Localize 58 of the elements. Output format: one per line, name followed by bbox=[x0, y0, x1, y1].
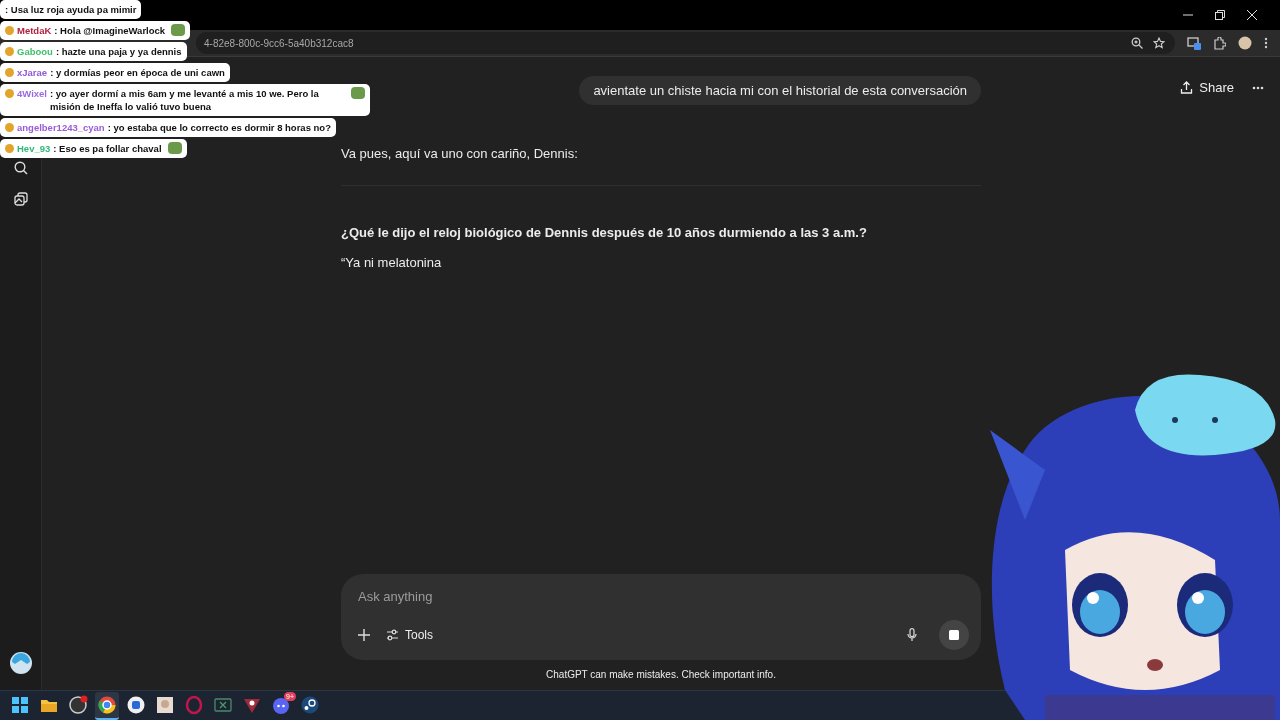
user-message: avientate un chiste hacia mi con el historial de esta conversación bbox=[579, 76, 981, 105]
prompt-input[interactable]: Ask anything bbox=[358, 586, 969, 607]
chat-username: xJarae bbox=[17, 66, 48, 79]
menu-icon[interactable] bbox=[1264, 37, 1268, 49]
badge-icon bbox=[5, 144, 14, 153]
badge-icon bbox=[5, 68, 14, 77]
response-text: “Ya ni melatonina bbox=[341, 254, 443, 272]
microphone-icon[interactable] bbox=[907, 628, 917, 642]
more-icon[interactable] bbox=[1252, 85, 1264, 90]
url-text: 4-82e8-800c-9cc6-5a40b312cac8 bbox=[204, 37, 355, 49]
chat-username: Gaboou bbox=[17, 45, 53, 58]
stop-button[interactable] bbox=[939, 620, 969, 650]
chat-text: : Usa luz roja ayuda pa mimir bbox=[5, 3, 137, 16]
restore-icon[interactable] bbox=[1215, 10, 1225, 20]
chat-username: MetdaK bbox=[17, 24, 52, 37]
cast-icon[interactable] bbox=[1187, 36, 1201, 50]
emote-icon bbox=[167, 142, 182, 154]
browser-icon bbox=[97, 694, 117, 715]
star-icon[interactable] bbox=[1153, 37, 1165, 49]
badge-icon bbox=[5, 89, 14, 98]
grid-icon bbox=[10, 694, 30, 715]
chat-text: : y dormías peor en época de uni cawn bbox=[50, 66, 225, 79]
joke-question: ¿Qué le dijo el reloj biológico de Dennis después de 10 años durmiendo a las 3 a.m.? bbox=[341, 224, 868, 242]
emote-icon bbox=[351, 87, 365, 99]
recorder-icon bbox=[68, 694, 88, 715]
chat-text: : yo ayer dormí a mis 6am y me levanté a mis 10 we. Pero la misión de Ineffa lo valió tuvo buena bbox=[50, 87, 320, 113]
address-bar[interactable]: 4-82e8-800c-9cc6-5a40b312cac8 bbox=[196, 32, 1175, 54]
message-composer[interactable]: Ask anything Tools bbox=[341, 574, 981, 660]
chat-username: Hev_93 bbox=[17, 142, 51, 155]
puzzle-icon[interactable] bbox=[1213, 36, 1226, 50]
close-icon[interactable] bbox=[1247, 10, 1257, 20]
picture-icon bbox=[155, 694, 175, 715]
badge-icon bbox=[5, 123, 14, 132]
share-icon bbox=[1180, 81, 1194, 94]
stop-icon bbox=[949, 630, 959, 640]
profile-avatar-icon[interactable] bbox=[1238, 36, 1252, 50]
emote-icon bbox=[171, 24, 186, 36]
chat-text: : hazte una paja y ya dennis bbox=[55, 45, 182, 58]
plus-icon[interactable] bbox=[358, 629, 370, 641]
images-icon[interactable] bbox=[13, 192, 28, 206]
badge-icon bbox=[5, 26, 14, 35]
taskbar-app[interactable] bbox=[95, 691, 119, 720]
ring-icon bbox=[184, 694, 204, 715]
user-avatar-icon[interactable] bbox=[9, 652, 32, 674]
square-app-icon bbox=[126, 694, 146, 715]
tools-button[interactable]: Tools bbox=[384, 626, 435, 644]
badge-icon bbox=[5, 47, 14, 56]
sliders-icon bbox=[386, 629, 399, 641]
chat-text: : Eso es pa follar chaval bbox=[53, 142, 162, 155]
chat-text: : Hola @ImagineWarlock bbox=[54, 24, 166, 37]
response-text: Va pues, aquí va uno con cariño, Dennis: bbox=[341, 145, 579, 163]
chat-username: angelber1243_cyan bbox=[17, 121, 105, 134]
chat-username: 4Wixel bbox=[17, 87, 47, 100]
share-button[interactable]: Share bbox=[1178, 76, 1236, 99]
search-icon[interactable] bbox=[13, 161, 28, 175]
disclaimer-text: ChatGPT can make mistakes. Check important info. bbox=[545, 668, 777, 682]
zoom-icon[interactable] bbox=[1131, 37, 1143, 49]
chat-text: : yo estaba que lo correcto es dormir 8 horas no? bbox=[107, 121, 331, 134]
